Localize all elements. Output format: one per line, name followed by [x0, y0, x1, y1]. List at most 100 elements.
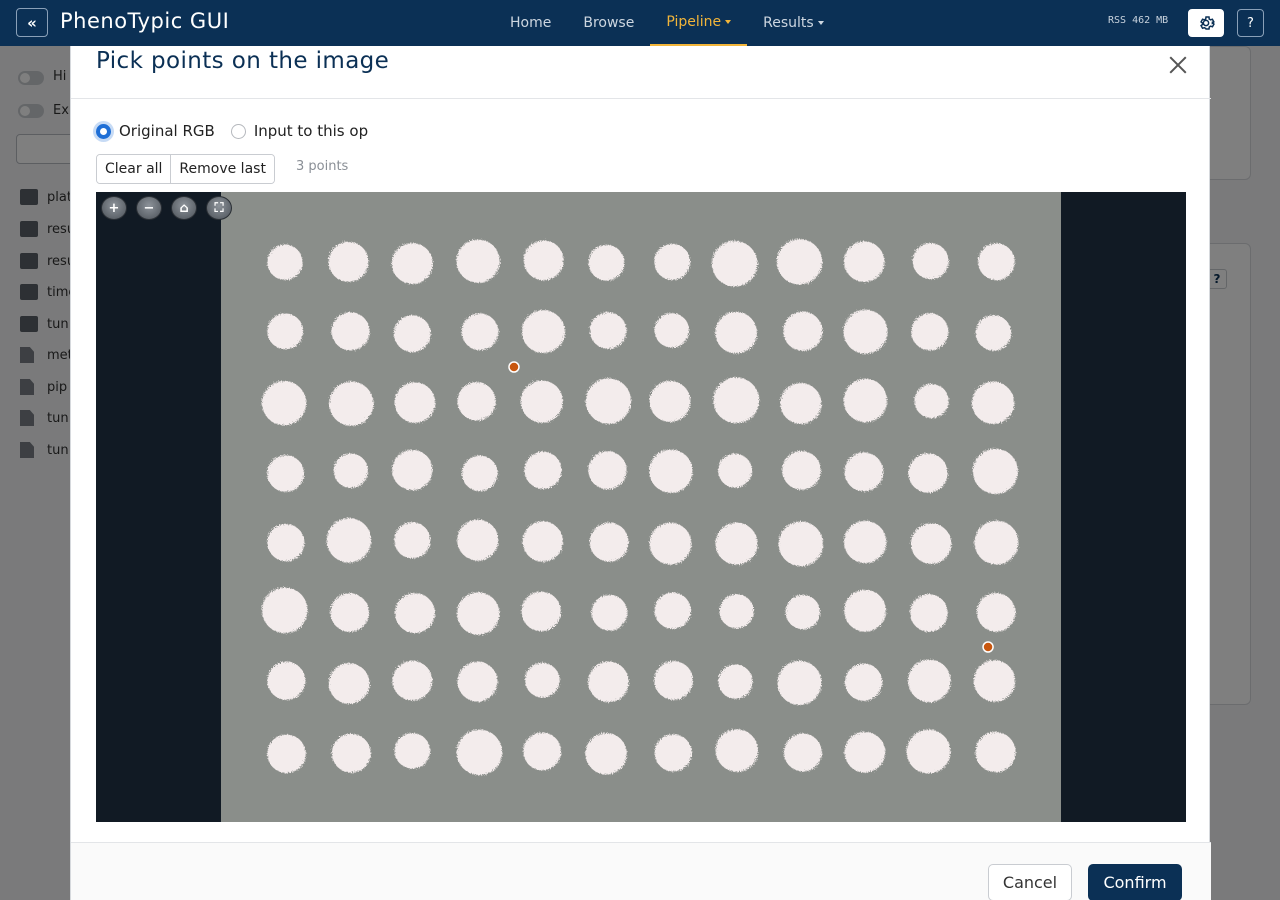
colony — [394, 522, 431, 559]
picked-point[interactable] — [508, 361, 520, 373]
colony — [523, 240, 564, 281]
zoom-in-button[interactable]: + — [101, 196, 127, 220]
home-button[interactable]: ⌂ — [171, 196, 197, 220]
colony — [844, 663, 883, 701]
top-navbar: « PhenoTypic GUI Home Browse Pipeline Re… — [0, 0, 1280, 46]
colony — [588, 244, 625, 281]
settings-button[interactable] — [1188, 9, 1224, 37]
colony — [844, 589, 887, 632]
colony — [392, 449, 433, 491]
picked-point[interactable] — [982, 641, 994, 653]
colony — [457, 519, 499, 561]
radio-label[interactable]: Input to this op — [254, 122, 368, 140]
colony — [971, 381, 1015, 425]
colony — [719, 594, 754, 629]
colony — [654, 313, 690, 348]
zoom-in-icon: + — [108, 200, 120, 216]
colony — [331, 312, 370, 351]
plate-background — [221, 192, 1061, 822]
colony — [654, 243, 691, 281]
nav-home[interactable]: Home — [494, 0, 567, 46]
image-source-radios: Original RGB Input to this op — [96, 121, 384, 141]
colony — [524, 451, 562, 489]
colony — [456, 729, 503, 776]
radio-input-to-op[interactable] — [230, 123, 246, 139]
colony — [782, 450, 821, 490]
colony — [267, 734, 306, 774]
zoom-out-button[interactable]: − — [136, 196, 162, 220]
colony — [975, 731, 1016, 773]
colony — [844, 452, 884, 492]
points-count: 3 points — [296, 159, 349, 174]
colony — [524, 662, 560, 698]
caret-down-icon — [817, 21, 824, 25]
colony — [261, 380, 307, 426]
colony — [585, 732, 627, 775]
image-viewer[interactable]: + − ⌂ ⛶ — [96, 192, 1186, 822]
collapse-sidebar-button[interactable]: « — [16, 8, 48, 37]
radio-label[interactable]: Original RGB — [119, 122, 215, 140]
colony — [333, 453, 369, 488]
colony — [267, 244, 303, 280]
colony — [907, 659, 951, 703]
colony — [589, 312, 627, 349]
colony — [843, 520, 887, 564]
colony — [457, 382, 496, 421]
colony — [267, 661, 306, 700]
colony — [523, 732, 562, 771]
colony — [394, 593, 436, 634]
colony — [715, 729, 759, 772]
plate-image[interactable] — [96, 192, 1186, 822]
radio-original-rgb[interactable] — [96, 123, 111, 139]
help-button[interactable]: ? — [1237, 9, 1264, 37]
close-icon[interactable] — [1165, 52, 1191, 78]
nav-links: Home Browse Pipeline Results — [494, 0, 840, 46]
colony — [521, 310, 565, 354]
modal-footer: Cancel Confirm — [71, 842, 1211, 900]
colony — [780, 382, 822, 425]
colony — [649, 522, 692, 565]
colony — [718, 664, 753, 699]
colony — [972, 448, 1019, 494]
fullscreen-button[interactable]: ⛶ — [206, 196, 232, 220]
colony — [267, 523, 305, 562]
colony — [261, 587, 308, 634]
colony — [843, 378, 888, 423]
remove-last-button[interactable]: Remove last — [170, 155, 274, 183]
colony — [912, 243, 949, 280]
app-brand[interactable]: PhenoTypic GUI — [60, 9, 229, 33]
colony — [785, 594, 821, 630]
colony — [328, 241, 369, 282]
nav-results[interactable]: Results — [747, 0, 840, 46]
modal-title: Pick points on the image — [96, 48, 390, 74]
confirm-button[interactable]: Confirm — [1088, 864, 1182, 900]
double-chevron-left-icon: « — [27, 13, 37, 32]
colony — [461, 313, 499, 351]
cancel-button[interactable]: Cancel — [988, 864, 1072, 900]
colony — [589, 522, 629, 562]
colony — [331, 733, 371, 773]
fullscreen-icon: ⛶ — [214, 200, 224, 216]
colony — [906, 729, 951, 774]
colony — [520, 380, 563, 423]
gear-icon — [1200, 16, 1215, 30]
colony — [649, 380, 691, 422]
colony — [457, 661, 498, 702]
colony — [330, 593, 370, 632]
colony — [585, 378, 632, 424]
colony — [393, 315, 431, 353]
colony — [778, 521, 824, 567]
colony — [588, 451, 627, 490]
colony — [456, 592, 500, 635]
colony — [591, 594, 628, 631]
colony — [522, 521, 563, 562]
colony — [843, 241, 885, 282]
nav-pipeline[interactable]: Pipeline — [650, 0, 748, 46]
colony — [974, 520, 1019, 565]
clear-all-button[interactable]: Clear all — [97, 155, 171, 183]
points-button-group: Clear all Remove last — [96, 154, 275, 184]
nav-browse[interactable]: Browse — [567, 0, 650, 46]
colony — [844, 731, 886, 773]
memory-usage: RSS 462 MB — [1108, 15, 1169, 26]
colony — [654, 592, 691, 629]
